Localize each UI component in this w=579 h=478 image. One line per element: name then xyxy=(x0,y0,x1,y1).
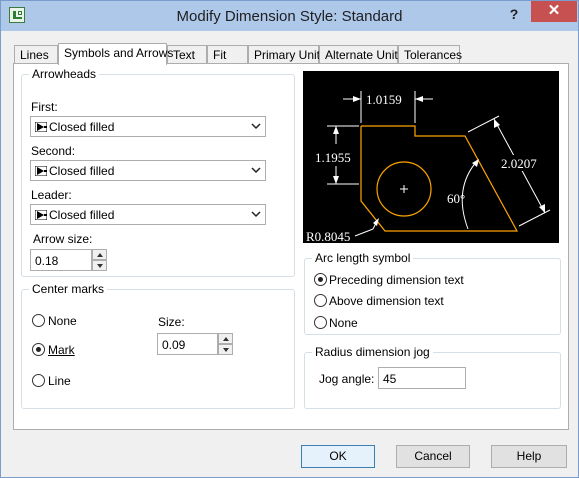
center-marks-none-radio[interactable] xyxy=(32,314,45,327)
second-label: Second: xyxy=(31,144,76,158)
arc-above-label: Above dimension text xyxy=(329,294,444,308)
arrow-up-icon xyxy=(223,337,229,341)
tab-primary-units[interactable]: Primary Units xyxy=(248,45,326,64)
leader-arrowhead-dropdown[interactable]: Closed filled xyxy=(30,204,266,225)
arrow-size-label: Arrow size: xyxy=(33,232,93,246)
dialog-window: Modify Dimension Style: Standard ? ✕ Lin… xyxy=(0,0,579,478)
center-mark-size-spinner[interactable] xyxy=(218,333,233,355)
arc-length-group-title: Arc length symbol xyxy=(312,251,414,265)
preview-dim-top: 1.0159 xyxy=(366,92,402,107)
jog-angle-input[interactable]: 45 xyxy=(378,367,466,389)
arrow-size-input[interactable]: 0.18 xyxy=(30,249,92,271)
spin-up-button[interactable] xyxy=(92,249,107,260)
closed-filled-arrow-icon xyxy=(35,166,47,176)
arrow-size-value: 0.18 xyxy=(35,254,59,268)
close-button[interactable]: ✕ xyxy=(531,1,577,22)
chevron-down-icon xyxy=(251,167,261,174)
arc-none-radio[interactable] xyxy=(314,316,327,329)
arc-none-label: None xyxy=(329,316,358,330)
leader-arrowhead-value: Closed filled xyxy=(49,208,115,222)
center-mark-size-value: 0.09 xyxy=(162,338,186,352)
arrow-up-icon xyxy=(97,253,103,257)
closed-filled-arrow-icon xyxy=(35,122,47,132)
center-marks-none-label: None xyxy=(48,314,77,328)
arrow-down-icon xyxy=(223,348,229,352)
center-marks-line-radio[interactable] xyxy=(32,374,45,387)
cancel-button[interactable]: Cancel xyxy=(396,445,470,468)
tab-tolerances[interactable]: Tolerances xyxy=(398,45,462,64)
center-mark-size-input[interactable]: 0.09 xyxy=(157,333,218,355)
preview-part-outline xyxy=(360,125,519,232)
radius-jog-group-title: Radius dimension jog xyxy=(312,345,433,359)
center-marks-mark-radio[interactable] xyxy=(32,343,45,356)
ok-button[interactable]: OK xyxy=(301,445,375,468)
second-arrowhead-dropdown[interactable]: Closed filled xyxy=(30,160,266,181)
leader-label: Leader: xyxy=(31,188,72,202)
spin-down-button[interactable] xyxy=(218,344,233,355)
arrowheads-group-title: Arrowheads xyxy=(29,67,100,81)
spin-down-button[interactable] xyxy=(92,260,107,271)
tab-fit[interactable]: Fit xyxy=(207,45,248,64)
jog-angle-value: 45 xyxy=(383,372,397,386)
first-arrowhead-value: Closed filled xyxy=(49,120,115,134)
help-button[interactable]: Help xyxy=(491,445,567,468)
dimension-preview: 1.0159 1.1955 2.0207 60° R0.8045 xyxy=(303,71,559,244)
chevron-down-icon xyxy=(251,211,261,218)
tab-alternate-units[interactable]: Alternate Units xyxy=(319,45,404,64)
arrow-down-icon xyxy=(97,264,103,268)
closed-filled-arrow-icon xyxy=(35,210,47,220)
preview-drawing: 1.0159 1.1955 2.0207 60° R0.8045 xyxy=(306,91,551,244)
preview-radius: R0.8045 xyxy=(306,229,350,243)
jog-angle-label: Jog angle: xyxy=(319,372,375,386)
help-question-button[interactable]: ? xyxy=(504,6,524,26)
arc-above-radio[interactable] xyxy=(314,294,327,307)
center-mark-size-label: Size: xyxy=(158,315,185,329)
preview-arrowhead xyxy=(353,96,361,102)
first-arrowhead-dropdown[interactable]: Closed filled xyxy=(30,116,266,137)
center-marks-group-title: Center marks xyxy=(29,282,108,296)
second-arrowhead-value: Closed filled xyxy=(49,164,115,178)
tab-lines[interactable]: Lines xyxy=(14,45,58,64)
preview-dim-left: 1.1955 xyxy=(315,150,351,165)
arc-preceding-label: Preceding dimension text xyxy=(329,273,464,287)
arc-preceding-radio[interactable] xyxy=(314,273,327,286)
chevron-down-icon xyxy=(251,123,261,130)
preview-dim-right: 2.0207 xyxy=(501,156,537,171)
center-marks-mark-label: Mark xyxy=(48,343,75,357)
tab-symbols-and-arrows[interactable]: Symbols and Arrows xyxy=(58,43,173,65)
preview-angle: 60° xyxy=(447,191,465,206)
dialog-title: Modify Dimension Style: Standard xyxy=(176,8,403,25)
first-label: First: xyxy=(31,100,58,114)
spin-up-button[interactable] xyxy=(218,333,233,344)
arrow-size-spinner[interactable] xyxy=(92,249,107,271)
center-marks-line-label: Line xyxy=(48,374,71,388)
title-bar: Modify Dimension Style: Standard ? ✕ xyxy=(1,1,578,31)
